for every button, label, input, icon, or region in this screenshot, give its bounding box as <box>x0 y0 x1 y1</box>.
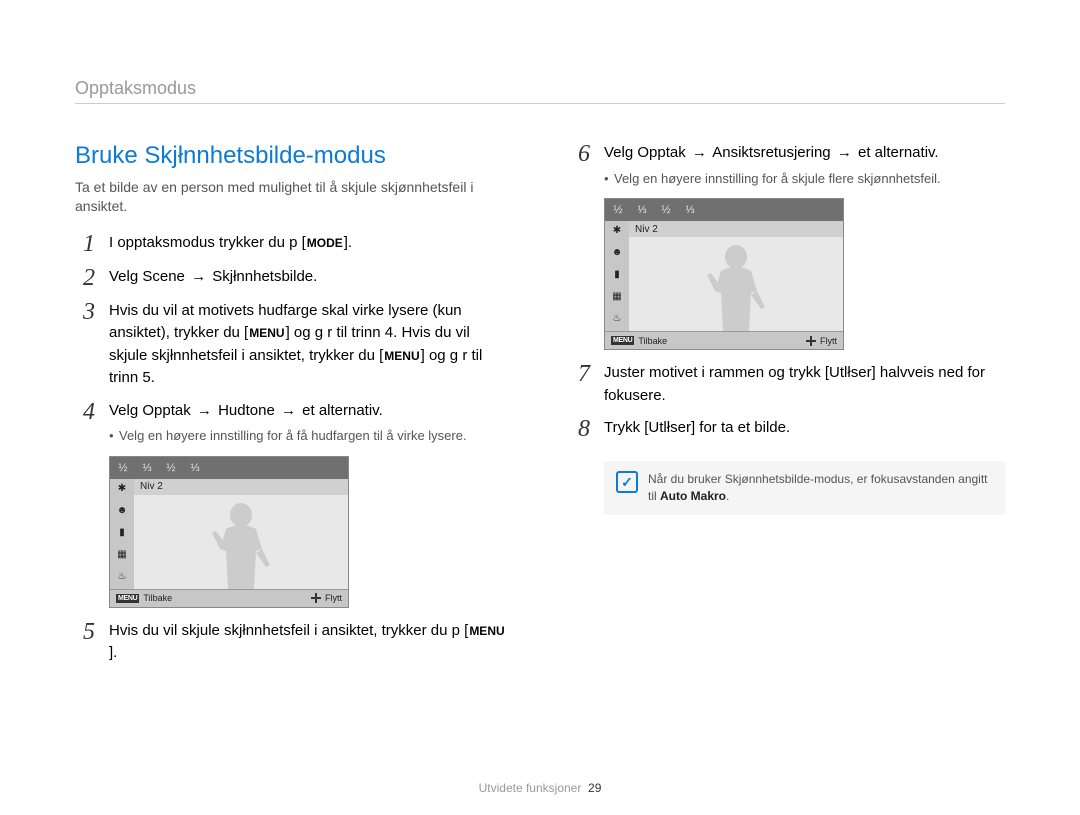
metering-icon: ▮ <box>115 527 129 541</box>
lcd-side-icons: ✱ ☻ ▮ ▦ ♨ <box>110 479 134 589</box>
lcd-top-icon: ½ <box>611 203 625 217</box>
step-text: I opptaksmodus trykker du p [ <box>109 234 306 251</box>
subtitle: Ta et bilde av en person med mulighet ti… <box>75 178 510 216</box>
lcd-top-bar: ½ ⅓ ½ ⅓ <box>110 457 348 479</box>
arrow-icon: → <box>191 268 206 285</box>
lcd-top-icon: ⅓ <box>635 203 649 217</box>
arrow-icon: → <box>281 402 296 419</box>
right-column: 6 Velg Opptak → Ansiktsretusjering → et … <box>570 142 1005 675</box>
menu-button-label: MENU <box>248 324 285 342</box>
step-text: Velg Scene <box>109 268 185 285</box>
lcd-main-area: Niv 2 <box>134 479 348 589</box>
step-6: 6 Velg Opptak → Ansiktsretusjering → et … <box>570 142 1005 188</box>
arrow-icon: → <box>837 144 852 161</box>
step-number: 8 <box>570 417 590 441</box>
lcd-level-label: Niv 2 <box>134 479 348 495</box>
menu-tag-icon: MENU <box>116 594 139 603</box>
step-number: 6 <box>570 142 590 166</box>
camera-lcd-preview: ½ ⅓ ½ ⅓ ✱ ☻ ▮ ▦ ♨ Niv 2 <box>109 456 349 608</box>
page-number: 29 <box>588 781 601 795</box>
step-bullet: Velg en høyere innstilling for å skjule … <box>604 169 1005 189</box>
person-silhouette-icon <box>701 241 771 331</box>
mic-off-icon: ♨ <box>115 571 129 585</box>
lcd-move-label: Flytt <box>820 336 837 346</box>
metering-icon: ▮ <box>610 269 624 283</box>
step-4: 4 Velg Opptak → Hudtone → et alternativ.… <box>75 400 510 446</box>
step-text: Velg Opptak <box>109 402 191 419</box>
step-5: 5 Hvis du vil skjule skjłnnhetsfeil i an… <box>75 620 510 665</box>
step-number: 4 <box>75 400 95 424</box>
person-silhouette-icon <box>206 499 276 589</box>
note-icon: ✓ <box>616 471 638 493</box>
left-column: Bruke Skjłnnhetsbilde-modus Ta et bilde … <box>75 142 510 675</box>
step-text: Hvis du vil skjule skjłnnhetsfeil i ansi… <box>109 622 468 639</box>
step-1: 1 I opptaksmodus trykker du p [MODE]. <box>75 232 510 256</box>
lcd-back-label: Tilbake <box>638 336 667 346</box>
step-number: 7 <box>570 362 590 386</box>
dpad-icon <box>806 336 816 346</box>
lcd-top-bar: ½ ⅓ ½ ⅓ <box>605 199 843 221</box>
menu-button-label: MENU <box>383 347 420 365</box>
size-icon: ▦ <box>115 549 129 563</box>
lcd-top-icon: ⅓ <box>140 461 154 475</box>
step-3: 3 Hvis du vil at motivets hudfarge skal … <box>75 300 510 390</box>
footer-label: Utvidete funksjoner <box>479 781 582 795</box>
menu-tag-icon: MENU <box>611 336 634 345</box>
step-text: Trykk [Utlłser] for ta et bilde. <box>604 417 1005 440</box>
arrow-icon: → <box>692 144 707 161</box>
step-8: 8 Trykk [Utlłser] for ta et bilde. <box>570 417 1005 441</box>
step-text: Velg Opptak <box>604 144 686 161</box>
step-number: 2 <box>75 266 95 290</box>
divider <box>75 103 1005 104</box>
step-7: 7 Juster motivet i rammen og trykk [Utlł… <box>570 362 1005 407</box>
lcd-level-label: Niv 2 <box>629 221 843 237</box>
lcd-bottom-bar: MENU Tilbake Flytt <box>605 331 843 349</box>
lcd-top-icon: ½ <box>164 461 178 475</box>
step-number: 1 <box>75 232 95 256</box>
lcd-top-icon: ⅓ <box>188 461 202 475</box>
lcd-top-icon: ⅓ <box>683 203 697 217</box>
step-number: 5 <box>75 620 95 644</box>
lcd-bottom-bar: MENU Tilbake Flytt <box>110 589 348 607</box>
lcd-top-icon: ½ <box>659 203 673 217</box>
note-box: ✓ Når du bruker Skjønnhetsbilde-modus, e… <box>604 461 1005 515</box>
step-2: 2 Velg Scene → Skjłnnhetsbilde. <box>75 266 510 290</box>
lcd-move-label: Flytt <box>325 593 342 603</box>
page-title: Bruke Skjłnnhetsbilde-modus <box>75 142 510 170</box>
face-icon: ☻ <box>115 505 129 519</box>
section-name: Opptaksmodus <box>75 78 1005 99</box>
note-key-term: Auto Makro <box>660 489 726 503</box>
size-icon: ▦ <box>610 291 624 305</box>
lcd-side-icons: ✱ ☻ ▮ ▦ ♨ <box>605 221 629 331</box>
step-text: Juster motivet i rammen og trykk [Utlłse… <box>604 362 1005 407</box>
page-footer: Utvidete funksjoner 29 <box>0 781 1080 795</box>
step-bullet: Velg en høyere innstilling for å få hudf… <box>109 426 510 446</box>
lcd-back-label: Tilbake <box>143 593 172 603</box>
dpad-icon <box>311 593 321 603</box>
exposure-icon: ✱ <box>115 483 129 497</box>
arrow-icon: → <box>197 402 212 419</box>
menu-button-label: MENU <box>468 622 505 640</box>
lcd-main-area: Niv 2 <box>629 221 843 331</box>
mode-button-label: MODE <box>306 234 344 252</box>
face-icon: ☻ <box>610 247 624 261</box>
step-number: 3 <box>75 300 95 324</box>
exposure-icon: ✱ <box>610 225 624 239</box>
lcd-top-icon: ½ <box>116 461 130 475</box>
camera-lcd-preview: ½ ⅓ ½ ⅓ ✱ ☻ ▮ ▦ ♨ Niv 2 <box>604 198 844 350</box>
mic-off-icon: ♨ <box>610 313 624 327</box>
